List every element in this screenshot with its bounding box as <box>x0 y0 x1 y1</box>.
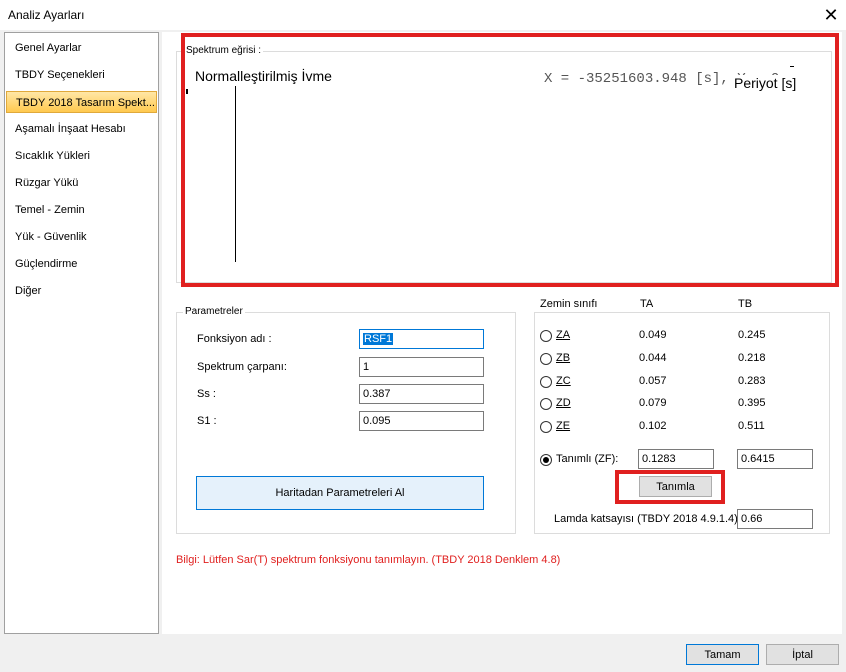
ss-label: Ss : <box>197 388 216 400</box>
sidebar-item-tbdy-2018-spektrum[interactable]: TBDY 2018 Tasarım Spekt... <box>6 91 157 113</box>
sidebar-item-tbdy-secenekleri[interactable]: TBDY Seçenekleri <box>6 64 157 86</box>
lambda-label: Lamda katsayısı (TBDY 2018 4.9.1.4) : <box>554 513 744 525</box>
sidebar-item-diger[interactable]: Diğer <box>6 280 157 302</box>
spectrum-y-axis-label: Normalleştirilmiş İvme <box>195 68 332 84</box>
ta-header: TA <box>640 298 654 310</box>
multiplier-label: Spektrum çarpanı: <box>197 361 287 373</box>
sidebar-item-temel-zemin[interactable]: Temel - Zemin <box>6 199 157 221</box>
map-parameters-button[interactable]: Haritadan Parametreleri Al <box>196 476 484 510</box>
soil-zb-radio[interactable] <box>540 353 552 365</box>
close-icon[interactable]: ✕ <box>816 0 846 30</box>
spectrum-x-axis-label: Periyot [s] <box>734 75 797 91</box>
spectrum-plot-area[interactable]: Normalleştirilmiş İvme X = -35251603.948… <box>186 62 828 276</box>
cancel-button[interactable]: İptal <box>766 644 839 665</box>
sidebar: Genel Ayarlar TBDY Seçenekleri TBDY 2018… <box>4 32 159 634</box>
soil-zd-radio[interactable] <box>540 398 552 410</box>
soil-class-header: Zemin sınıfı <box>540 298 598 310</box>
function-name-value: RSF1 <box>363 333 394 345</box>
soil-zc-radio[interactable] <box>540 376 552 388</box>
s1-input[interactable]: 0.095 <box>359 411 484 431</box>
soil-class-group <box>534 312 830 534</box>
soil-ze-ta: 0.102 <box>639 420 667 432</box>
lambda-input[interactable]: 0.66 <box>737 509 813 529</box>
soil-za-tb: 0.245 <box>738 329 766 341</box>
spectrum-axis-tick <box>790 66 794 67</box>
function-name-input[interactable]: RSF1 <box>359 329 484 349</box>
spectrum-y-axis-line <box>235 86 236 262</box>
ok-button[interactable]: Tamam <box>686 644 759 665</box>
parameters-group-label: Parametreler <box>183 306 245 317</box>
s1-label: S1 : <box>197 415 217 427</box>
soil-ze-label[interactable]: ZE <box>556 420 570 432</box>
soil-ze-radio[interactable] <box>540 421 552 433</box>
sidebar-item-yuk-guvenlik[interactable]: Yük - Güvenlik <box>6 226 157 248</box>
soil-defined-label[interactable]: Tanımlı (ZF): <box>556 453 618 465</box>
multiplier-input[interactable]: 1 <box>359 357 484 377</box>
soil-zd-ta: 0.079 <box>639 397 667 409</box>
soil-za-label[interactable]: ZA <box>556 329 570 341</box>
sidebar-item-asamali-insaat[interactable]: Aşamalı İnşaat Hesabı <box>6 118 157 140</box>
function-name-label: Fonksiyon adı : <box>197 333 272 345</box>
sidebar-item-sicaklik-yukleri[interactable]: Sıcaklık Yükleri <box>6 145 157 167</box>
soil-zd-label[interactable]: ZD <box>556 397 571 409</box>
sidebar-item-ruzgar-yuku[interactable]: Rüzgar Yükü <box>6 172 157 194</box>
soil-zc-ta: 0.057 <box>639 375 667 387</box>
ss-input[interactable]: 0.387 <box>359 384 484 404</box>
soil-za-radio[interactable] <box>540 330 552 342</box>
title-bar: Analiz Ayarları ✕ <box>0 0 846 30</box>
info-message: Bilgi: Lütfen Sar(T) spektrum fonksiyonu… <box>176 554 561 566</box>
spectrum-group-label: Spektrum eğrisi : <box>184 45 264 56</box>
soil-zc-label[interactable]: ZC <box>556 375 571 387</box>
defined-tb-input[interactable]: 0.6415 <box>737 449 813 469</box>
soil-zf-radio[interactable] <box>540 454 552 466</box>
soil-za-ta: 0.049 <box>639 329 667 341</box>
soil-zc-tb: 0.283 <box>738 375 766 387</box>
soil-zb-label[interactable]: ZB <box>556 352 570 364</box>
soil-zd-tb: 0.395 <box>738 397 766 409</box>
sidebar-item-genel-ayarlar[interactable]: Genel Ayarlar <box>6 37 157 59</box>
sidebar-item-guclendirme[interactable]: Güçlendirme <box>6 253 157 275</box>
soil-zb-ta: 0.044 <box>639 352 667 364</box>
soil-zb-tb: 0.218 <box>738 352 766 364</box>
tb-header: TB <box>738 298 753 310</box>
soil-ze-tb: 0.511 <box>738 420 765 432</box>
window-title: Analiz Ayarları <box>8 8 85 22</box>
define-button[interactable]: Tanımla <box>639 476 712 497</box>
defined-ta-input[interactable]: 0.1283 <box>638 449 714 469</box>
spectrum-axis-tick <box>186 89 188 94</box>
